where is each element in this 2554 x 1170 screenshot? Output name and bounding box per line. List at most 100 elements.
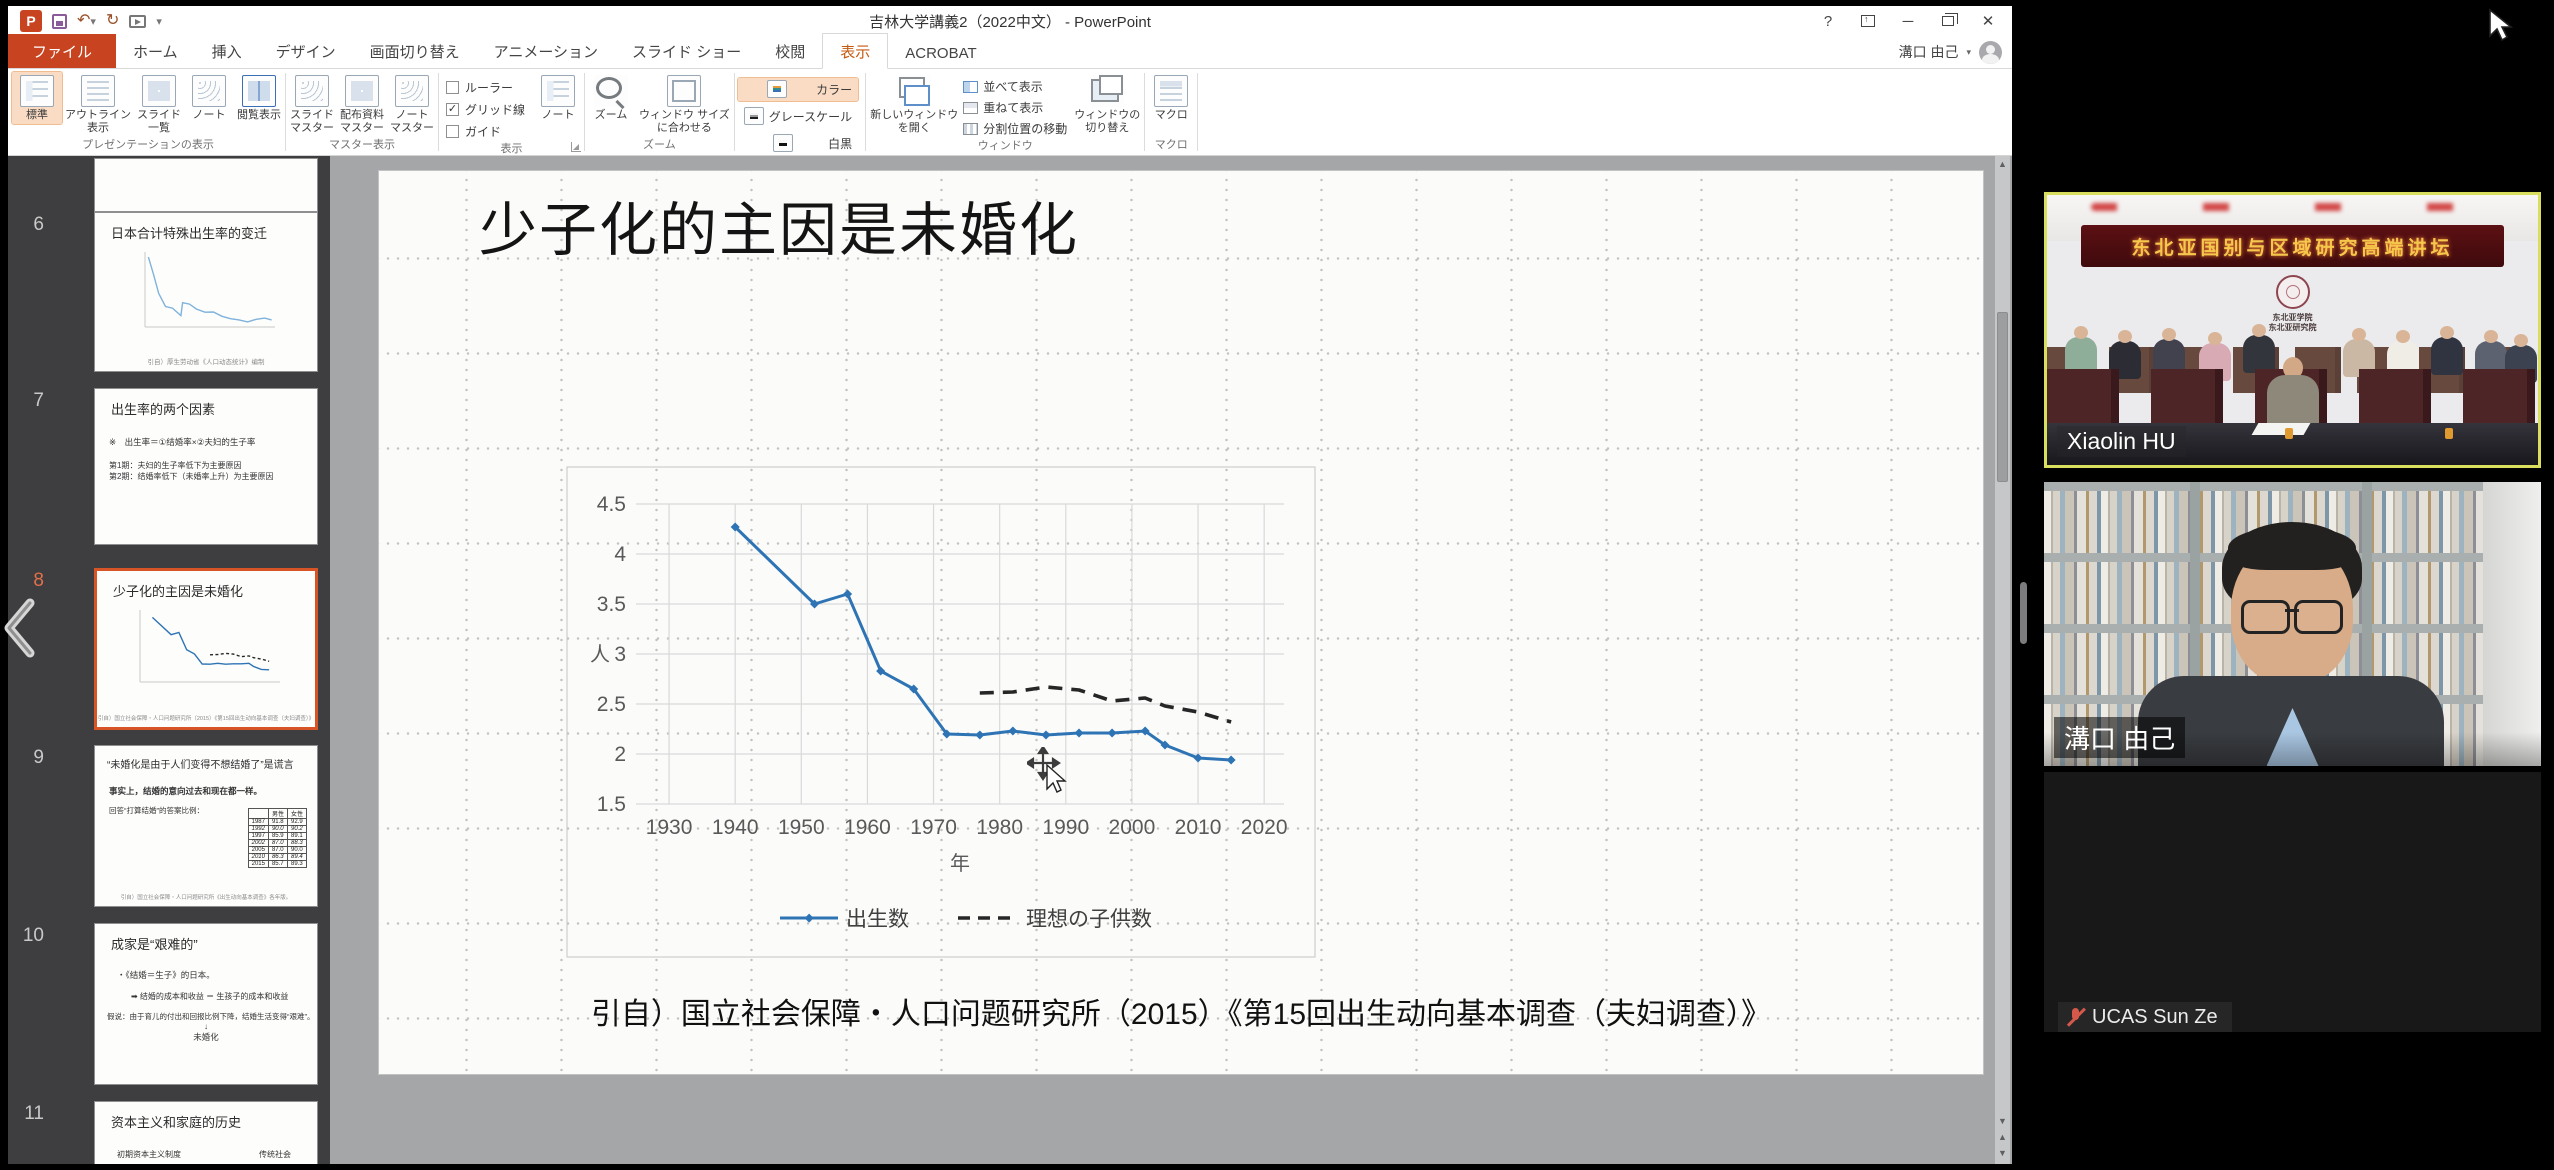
svg-text:2010: 2010	[1175, 816, 1222, 839]
account-name: 溝口 由己	[1899, 42, 1959, 62]
guides-checkbox[interactable]: ガイド	[446, 123, 525, 140]
next-slide-icon[interactable]: ▼	[1998, 1145, 2007, 1164]
cup	[2445, 428, 2453, 439]
previous-slide-icon[interactable]: ▲	[1998, 1129, 2007, 1145]
participant-name-label: 溝口 由己	[2054, 717, 2185, 758]
fit-window-icon	[667, 75, 701, 107]
group-label: プレゼンテーションの表示	[12, 136, 284, 155]
ribbon-group-color: カラー グレースケール 白黒 カラー/グレースケール	[736, 69, 865, 155]
ruler-checkbox[interactable]: ルーラー	[446, 79, 525, 96]
slide-chart[interactable]: 1.522.533.544.51930194019501960197019801…	[566, 466, 1316, 958]
slide-caption[interactable]: 引自）国立社会保障・人口问题研究所（2015）《第15回出生动向基本调查（夫妇调…	[379, 989, 1983, 1033]
video-participant-ucas-sun-ze[interactable]: UCAS Sun Ze	[2044, 772, 2541, 1032]
notes-master-button[interactable]: ノート マスター	[387, 72, 437, 136]
black-white-button[interactable]: 白黒	[738, 132, 858, 155]
ribbon-tabs: ファイル ホーム 挿入 デザイン 画面切り替え アニメーション スライド ショー…	[8, 36, 2012, 69]
outline-view-icon	[81, 75, 115, 107]
ribbon-display-options-button[interactable]	[1850, 8, 1886, 34]
window-controls: ? ─ ✕	[1810, 6, 2006, 36]
thumb-title: 资本主义和家庭的历史	[95, 1102, 317, 1131]
group-label: ウィンドウ	[867, 137, 1143, 156]
collapse-panel-chevron-icon[interactable]	[0, 596, 44, 660]
tab-design[interactable]: デザイン	[259, 34, 353, 68]
powerpoint-window: 吉林大学講義2（2022中文） - PowerPoint P ↶▾ ↻ ▾ ? …	[8, 6, 2012, 1164]
slide-thumbnail-11[interactable]: 资本主义和家庭的历史 初期资本主义制度 传统社会	[94, 1101, 318, 1164]
slide-thumbnail-10[interactable]: 成家是“艰难的” ・《结婚＝生子》的日本。 ➡ 结婚的成本和收益 ＝ 生孩子的成…	[94, 923, 318, 1085]
participant-name-label: Xiaolin HU	[2057, 426, 2186, 457]
slide-sorter-button[interactable]: スライド 一覧	[134, 72, 184, 136]
svg-text:2000: 2000	[1109, 816, 1156, 839]
slide-canvas[interactable]: 少子化的主因是未婚化 1.522.533.544.519301940195019…	[378, 170, 1984, 1075]
tab-home[interactable]: ホーム	[116, 34, 195, 68]
svg-text:1930: 1930	[646, 816, 693, 839]
new-window-icon	[897, 75, 931, 107]
move-split-button[interactable]: 分割位置の移動	[963, 120, 1067, 137]
video-participant-xiaolin-hu[interactable]: 东北亚国别与区域研究高端讲坛 东北亚学院 东北亚研究院 Xiaolin HU	[2044, 192, 2541, 468]
thumb-caption: 引自）厚生劳动省《人口动态统计》编制	[95, 356, 317, 366]
close-button[interactable]: ✕	[1970, 8, 2006, 34]
normal-view-button[interactable]: 標準	[12, 72, 62, 124]
restore-button[interactable]	[1930, 8, 1966, 34]
macros-button[interactable]: マクロ	[1146, 72, 1196, 124]
undo-icon[interactable]: ↶▾	[77, 13, 96, 29]
workspace: 6 日本合计特殊出生率的变迁 引自）厚生劳动省《人口动态统计》编制 7 出生率的…	[8, 156, 2012, 1164]
slide-number: 9	[8, 747, 44, 769]
gridlines-checkbox[interactable]: ✓グリッド線	[446, 101, 525, 118]
help-button[interactable]: ?	[1810, 8, 1846, 34]
thumb-line: ➡ 结婚的成本和收益 ＝ 生孩子的成本和收益	[95, 991, 317, 1002]
arrange-all-button[interactable]: 並べて表示	[963, 78, 1067, 95]
slide-thumbnail-pane[interactable]: 6 日本合计特殊出生率的变迁 引自）厚生劳动省《人口动态统计》编制 7 出生率的…	[8, 156, 330, 1164]
slide-number: 6	[8, 214, 44, 236]
customize-quick-access-icon[interactable]: ▾	[156, 15, 162, 28]
title-bar: 吉林大学講義2（2022中文） - PowerPoint P ↶▾ ↻ ▾ ? …	[8, 6, 2012, 36]
tab-view[interactable]: 表示	[822, 33, 888, 69]
zoom-button[interactable]: ズーム	[586, 72, 636, 124]
scroll-down-icon[interactable]: ▼	[1998, 1113, 2007, 1129]
scroll-up-icon[interactable]: ▲	[1998, 156, 2007, 172]
grayscale-button[interactable]: グレースケール	[738, 105, 858, 128]
thumb-title: 日本合计特殊出生率的变迁	[95, 213, 317, 242]
slide-thumbnail-8-selected[interactable]: 少子化的主因是未婚化 引自）国立社会保障・人口问题研究所（2015）《第15回出…	[94, 568, 318, 730]
notes-button[interactable]: ノート	[533, 72, 583, 124]
panel-drag-handle[interactable]	[2020, 582, 2027, 644]
cascade-button[interactable]: 重ねて表示	[963, 99, 1067, 116]
tab-file[interactable]: ファイル	[8, 34, 116, 68]
tab-transitions[interactable]: 画面切り替え	[353, 34, 477, 68]
scrollbar-thumb[interactable]	[1997, 312, 2008, 482]
grayscale-icon	[744, 107, 764, 125]
new-window-button[interactable]: 新しいウィンドウ を開く	[867, 72, 961, 136]
handout-master-button[interactable]: 配布資料 マスター	[337, 72, 387, 136]
save-icon[interactable]	[52, 14, 67, 29]
reading-view-button[interactable]: 閲覧表示	[234, 72, 284, 124]
thumb-chart	[126, 604, 286, 696]
slide-thumbnail-9[interactable]: “未婚化是由于人们变得不想结婚了”是谎言 事实上，结婚的意向过去和现在都一样。 …	[94, 745, 318, 907]
slide-master-button[interactable]: スライド マスター	[287, 72, 337, 136]
thumb-line: ※ 出生率＝①结婚率×②夫妇的生子率	[95, 436, 317, 448]
color-button[interactable]: カラー	[738, 78, 858, 101]
tab-animations[interactable]: アニメーション	[477, 34, 615, 68]
video-participant-mizoguchi[interactable]: 溝口 由己	[2044, 482, 2541, 766]
vertical-scrollbar[interactable]: ▲ ▼ ▲ ▼	[1995, 156, 2010, 1164]
slide-thumbnail-6[interactable]: 日本合计特殊出生率的变迁 引自）厚生劳动省《人口动态统计》编制	[94, 212, 318, 372]
slide-thumbnail-7[interactable]: 出生率的两个因素 ※ 出生率＝①结婚率×②夫妇的生子率 第1期：夫妇的生子率低下…	[94, 388, 318, 545]
svg-text:年: 年	[950, 852, 970, 875]
group-label: マスター表示	[287, 136, 437, 155]
fit-to-window-button[interactable]: ウィンドウ サイズ に合わせる	[636, 72, 733, 136]
notes-page-button[interactable]: ノート	[184, 72, 234, 124]
switch-windows-button[interactable]: ウィンドウの 切り替え	[1071, 72, 1143, 136]
minimize-button[interactable]: ─	[1890, 8, 1926, 34]
slide-thumbnail-5-partial[interactable]	[94, 158, 318, 212]
tab-insert[interactable]: 挿入	[195, 34, 259, 68]
arrange-all-icon	[963, 81, 978, 93]
slide-title[interactable]: 少子化的主因是未婚化	[479, 183, 1079, 267]
tab-slideshow[interactable]: スライド ショー	[615, 34, 758, 68]
tab-acrobat[interactable]: ACROBAT	[888, 38, 993, 68]
account-area[interactable]: 溝口 由己 ▾	[1899, 39, 2002, 65]
desktop: 吉林大学講義2（2022中文） - PowerPoint P ↶▾ ↻ ▾ ? …	[0, 0, 2554, 1170]
svg-text:2020: 2020	[1241, 816, 1288, 839]
tab-review[interactable]: 校閲	[758, 34, 822, 68]
dialog-launcher-icon[interactable]	[571, 142, 581, 152]
outline-view-button[interactable]: アウトライン 表示	[62, 72, 134, 136]
start-slideshow-icon[interactable]	[129, 15, 146, 28]
redo-icon[interactable]: ↻	[106, 13, 119, 29]
